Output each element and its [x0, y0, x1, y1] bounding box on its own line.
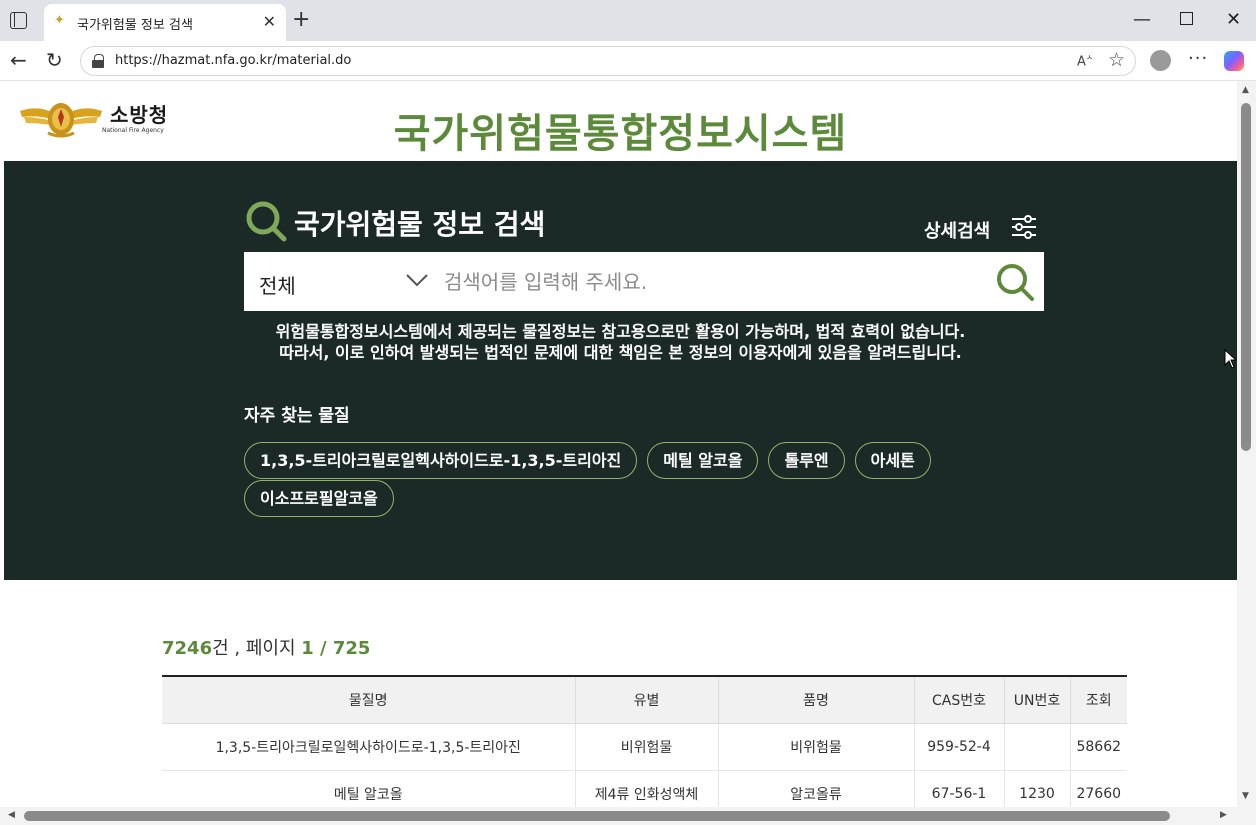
- profile-avatar[interactable]: [1150, 50, 1171, 71]
- search-icon: [246, 201, 287, 242]
- close-window-icon[interactable]: ✕: [1226, 10, 1241, 30]
- un-number-cell: [1004, 723, 1071, 771]
- class-cell: 제4류 인화성액체: [575, 770, 719, 807]
- results-table: 물질명 유별 품명 CAS번호 UN번호 조회 1,3,5-트리아크릴로일헥사하…: [162, 675, 1127, 807]
- scroll-left-icon[interactable]: ◀: [8, 810, 15, 820]
- tab-actions-icon[interactable]: [10, 12, 27, 29]
- category-select[interactable]: 전체: [259, 270, 296, 299]
- views-cell: 27660: [1070, 770, 1127, 807]
- column-header: 유별: [575, 676, 719, 724]
- lock-icon: [92, 54, 104, 68]
- maximize-icon[interactable]: [1180, 12, 1193, 25]
- new-tab-icon[interactable]: +: [292, 9, 310, 31]
- result-count-unit: 건 , 페이지: [212, 638, 302, 659]
- browser-toolbar: ← ↻ https://hazmat.nfa.go.kr/material.do…: [0, 41, 1256, 81]
- cas-number-cell: 959-52-4: [914, 723, 1005, 771]
- page-indicator: 1 / 725: [301, 638, 371, 659]
- scroll-down-icon[interactable]: ▼: [1242, 791, 1249, 801]
- vertical-scroll-thumb[interactable]: [1241, 103, 1251, 451]
- frequent-chip[interactable]: 메틸 알코올: [647, 442, 759, 479]
- column-header: UN번호: [1004, 676, 1071, 724]
- close-tab-icon[interactable]: ✕: [263, 12, 276, 31]
- column-header: 조회: [1070, 676, 1127, 724]
- cas-number-cell: 67-56-1: [914, 770, 1005, 807]
- refresh-icon[interactable]: ↻: [46, 50, 63, 70]
- disclaimer-notice: 위험물통합정보시스템에서 제공되는 물질정보는 참고용으로만 활용이 가능하며,…: [4, 321, 1237, 363]
- address-bar[interactable]: https://hazmat.nfa.go.kr/material.do Aㅅ …: [80, 46, 1136, 76]
- back-icon[interactable]: ←: [10, 50, 27, 70]
- table-row[interactable]: 메틸 알코올 제4류 인화성액체 알코올류 67-56-1 1230 27660: [162, 770, 1127, 807]
- search-submit-icon[interactable]: [994, 261, 1036, 303]
- notice-line-2: 따라서, 이로 인하여 발생되는 법적인 문제에 대한 책임은 본 정보의 이용…: [279, 343, 962, 362]
- mouse-cursor-icon: [1224, 349, 1236, 369]
- table-row[interactable]: 1,3,5-트리아크릴로일헥사하이드로-1,3,5-트리아진 비위험물 비위험물…: [162, 723, 1127, 771]
- vertical-scrollbar[interactable]: ▲ ▼: [1237, 81, 1256, 807]
- column-header: CAS번호: [914, 676, 1005, 724]
- result-total: 7246: [162, 638, 213, 659]
- frequent-chip[interactable]: 1,3,5-트리아크릴로일헥사하이드로-1,3,5-트리아진: [244, 442, 638, 479]
- browser-tab-bar: ✦ 국가위험물 정보 검색 ✕ + — ✕: [0, 0, 1256, 41]
- substance-name-cell[interactable]: 메틸 알코올: [162, 770, 576, 807]
- horizontal-scrollbar[interactable]: ◀ ▶: [0, 807, 1256, 825]
- more-menu-icon[interactable]: ···: [1188, 48, 1208, 69]
- column-header: 품명: [718, 676, 915, 724]
- frequent-chip[interactable]: 이소프로필알코올: [244, 480, 394, 517]
- page-viewport: 소방청 National Fire Agency 국가위험물통합정보시스템 국가…: [4, 81, 1237, 807]
- frequent-substances-list: 1,3,5-트리아크릴로일헥사하이드로-1,3,5-트리아진 메틸 알코올 톨루엔 아…: [244, 442, 1004, 518]
- site-title[interactable]: 국가위험물통합정보시스템: [4, 101, 1237, 159]
- search-input[interactable]: [444, 262, 964, 302]
- tab-title: 국가위험물 정보 검색: [77, 18, 193, 33]
- frequent-substances-label: 자주 찾는 물질: [244, 406, 350, 426]
- scroll-right-icon[interactable]: ▶: [1220, 810, 1227, 820]
- copilot-icon[interactable]: [1224, 51, 1244, 71]
- column-header: 물질명: [162, 676, 576, 724]
- search-bar: 전체: [244, 252, 1044, 311]
- un-number-cell: 1230: [1004, 770, 1071, 807]
- filter-sliders-icon: [1012, 215, 1036, 239]
- favorite-star-icon[interactable]: ☆: [1108, 49, 1125, 71]
- chevron-down-icon[interactable]: [404, 270, 430, 290]
- scroll-up-icon[interactable]: ▲: [1242, 85, 1249, 95]
- browser-tab[interactable]: ✦ 국가위험물 정보 검색 ✕: [44, 4, 286, 41]
- views-cell: 58662: [1070, 723, 1127, 771]
- minimize-icon[interactable]: —: [1133, 10, 1151, 30]
- frequent-chip[interactable]: 아세톤: [854, 442, 931, 479]
- table-header-row: 물질명 유별 품명 CAS번호 UN번호 조회: [162, 676, 1127, 724]
- item-name-cell: 비위험물: [718, 723, 915, 771]
- frequent-chip[interactable]: 톨루엔: [768, 442, 845, 479]
- url-text[interactable]: https://hazmat.nfa.go.kr/material.do: [115, 53, 351, 68]
- read-aloud-icon[interactable]: Aㅅ: [1077, 52, 1093, 69]
- notice-line-1: 위험물통합정보시스템에서 제공되는 물질정보는 참고용으로만 활용이 가능하며,…: [275, 322, 966, 341]
- horizontal-scroll-thumb[interactable]: [24, 811, 1170, 821]
- class-cell: 비위험물: [575, 723, 719, 771]
- item-name-cell: 알코올류: [718, 770, 915, 807]
- result-count: 7246건 , 페이지 1 / 725: [162, 634, 370, 660]
- substance-name-cell[interactable]: 1,3,5-트리아크릴로일헥사하이드로-1,3,5-트리아진: [162, 723, 576, 771]
- advanced-search-label: 상세검색: [924, 221, 991, 242]
- search-hero: 국가위험물 정보 검색 상세검색 전체 검색어를 입력해 주세요. 위험물통합정…: [4, 161, 1237, 580]
- search-title: 국가위험물 정보 검색: [294, 208, 546, 241]
- site-favicon-icon: ✦: [54, 13, 65, 28]
